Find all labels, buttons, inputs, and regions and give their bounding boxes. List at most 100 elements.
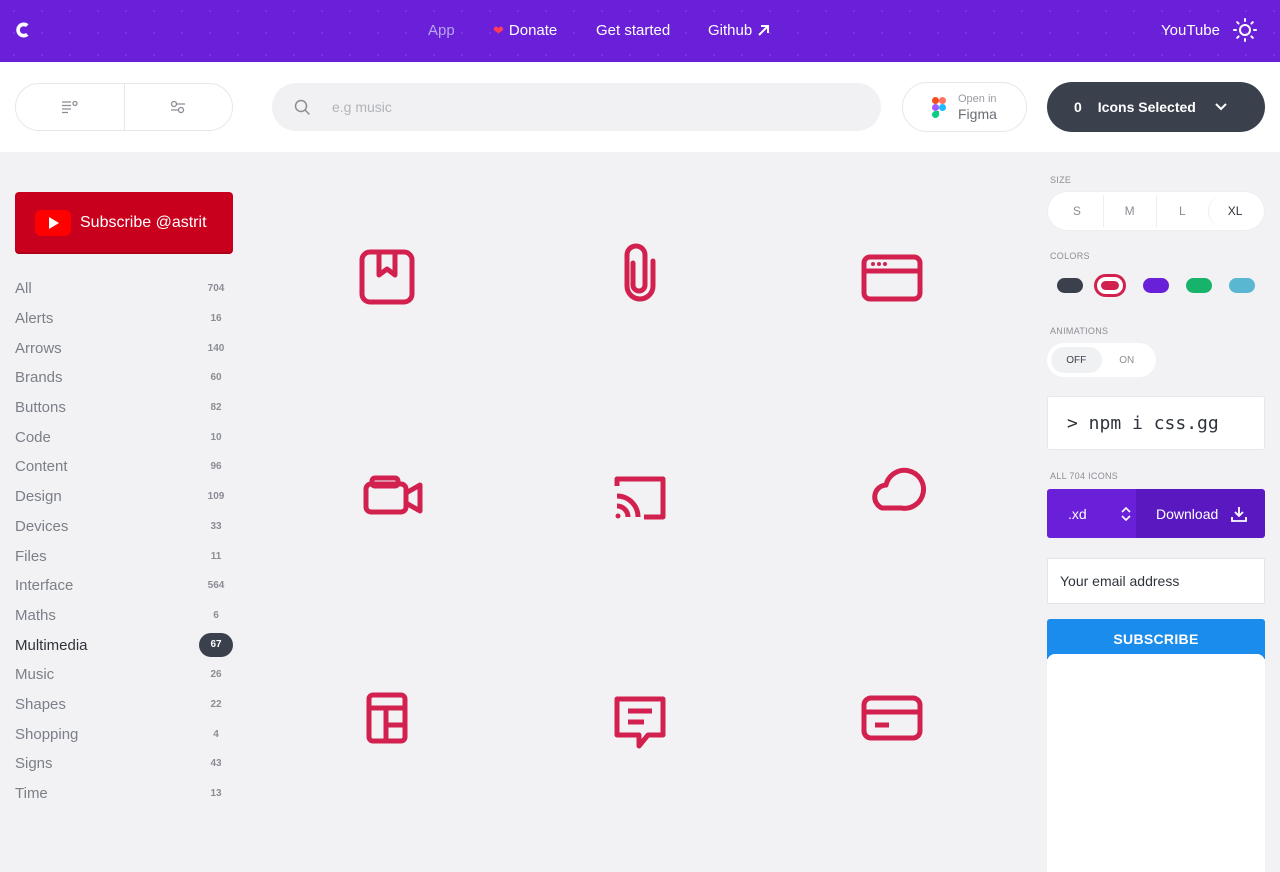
category-count: 6 — [213, 609, 219, 621]
nav-github-label: Github — [708, 22, 753, 39]
category-name: Devices — [15, 517, 69, 535]
category-item-maths[interactable]: Maths 6 — [15, 601, 233, 631]
list-filter-icon — [61, 100, 78, 114]
grid-cell-comment[interactable] — [600, 684, 680, 764]
search-input[interactable] — [332, 99, 832, 115]
category-item-arrows[interactable]: Arrows 140 — [15, 333, 233, 363]
category-count: 109 — [207, 491, 225, 503]
category-item-all[interactable]: All 704 — [15, 274, 233, 304]
category-name: Shopping — [15, 725, 79, 743]
category-item-brands[interactable]: Brands 60 — [15, 363, 233, 393]
category-item-shopping[interactable]: Shopping 4 — [15, 719, 233, 749]
category-name: Arrows — [15, 339, 62, 357]
category-count: 82 — [210, 402, 222, 414]
colors-label: COLORS — [1050, 251, 1090, 261]
grid-cell-screen-cast[interactable] — [600, 458, 680, 538]
camera-icon — [363, 475, 423, 515]
category-name: Multimedia — [15, 636, 88, 654]
category-item-alerts[interactable]: Alerts 16 — [15, 304, 233, 334]
category-name: Alerts — [15, 310, 54, 328]
color-swatch-5[interactable] — [1229, 278, 1255, 293]
color-swatch-2[interactable] — [1094, 274, 1126, 297]
css-gg-logo[interactable] — [14, 20, 34, 40]
category-count: 67 — [199, 633, 233, 658]
selected-label: Icons Selected — [1097, 99, 1196, 115]
figma-icon — [932, 96, 946, 118]
grid-cell-camera[interactable] — [353, 455, 433, 535]
bookmark-icon — [359, 249, 415, 305]
size-option-l[interactable]: L — [1155, 195, 1209, 227]
category-item-shapes[interactable]: Shapes 22 — [15, 690, 233, 720]
category-item-music[interactable]: Music 26 — [15, 660, 233, 690]
grid-cell-bookmark[interactable] — [347, 239, 427, 319]
format-select[interactable]: .xd — [1047, 489, 1136, 538]
category-count: 26 — [210, 669, 222, 681]
color-swatch-4[interactable] — [1186, 278, 1212, 293]
color-swatch-1[interactable] — [1057, 278, 1083, 293]
category-count: 22 — [210, 698, 222, 710]
category-item-multimedia[interactable]: Multimedia 67 — [15, 630, 233, 660]
icons-selected-dropdown[interactable]: 0 Icons Selected — [1047, 82, 1265, 132]
nav-donate-label: Donate — [508, 22, 558, 39]
nav-get-started-label: Get started — [596, 22, 671, 39]
grid-cell-layout[interactable] — [347, 678, 427, 758]
category-item-files[interactable]: Files 11 — [15, 541, 233, 571]
grid-cell-attachment[interactable] — [600, 232, 680, 312]
size-option-s[interactable]: S — [1051, 195, 1103, 227]
nav-github-link[interactable]: Github — [708, 22, 770, 39]
color-swatch-3[interactable] — [1143, 278, 1169, 293]
top-bar: App ❤ Donate Get started Github YouTube — [0, 0, 1280, 62]
category-item-interface[interactable]: Interface 564 — [15, 571, 233, 601]
toolbar: Open in Figma 0 Icons Selected — [0, 62, 1280, 152]
email-field[interactable] — [1047, 558, 1265, 604]
category-item-time[interactable]: Time 13 — [15, 779, 233, 809]
size-option-xl[interactable]: XL — [1208, 195, 1261, 227]
options-view-button[interactable] — [123, 84, 233, 130]
list-view-button[interactable] — [16, 84, 124, 130]
download-button[interactable]: Download — [1136, 489, 1265, 538]
size-option-m[interactable]: M — [1102, 195, 1156, 227]
category-item-code[interactable]: Code 10 — [15, 422, 233, 452]
youtube-subscribe-button[interactable]: Subscribe @astrit — [15, 192, 233, 254]
newsletter-subscribe-button[interactable]: SUBSCRIBE — [1047, 619, 1265, 659]
category-count: 564 — [207, 580, 225, 592]
grid-cell-credit-card[interactable] — [852, 678, 932, 758]
category-item-buttons[interactable]: Buttons 82 — [15, 393, 233, 423]
nav-get-started-link[interactable]: Get started — [596, 22, 670, 39]
animations-on-button[interactable]: ON — [1102, 347, 1153, 373]
chevron-down-icon — [1215, 103, 1227, 111]
nav-donate-link[interactable]: ❤ Donate — [493, 22, 557, 39]
category-item-design[interactable]: Design 109 — [15, 482, 233, 512]
download-group: .xd Download — [1047, 489, 1265, 538]
size-label: SIZE — [1050, 175, 1072, 185]
sun-icon[interactable] — [1233, 18, 1257, 42]
category-name: Interface — [15, 577, 74, 595]
animations-label: ANIMATIONS — [1050, 326, 1109, 336]
nav-youtube-link[interactable]: YouTube — [1161, 22, 1220, 39]
download-label: Download — [1156, 505, 1219, 522]
category-count: 96 — [210, 461, 222, 473]
open-in-figma-button[interactable]: Open in Figma — [902, 82, 1027, 132]
npm-command[interactable]: > npm i css.gg — [1047, 396, 1265, 450]
category-name: Signs — [15, 755, 53, 773]
category-count: 43 — [210, 758, 222, 770]
category-item-signs[interactable]: Signs 43 — [15, 749, 233, 779]
search-icon — [294, 99, 310, 115]
nav-app-link[interactable]: App — [428, 22, 455, 39]
category-name: Maths — [15, 606, 56, 624]
format-value: .xd — [1068, 505, 1087, 522]
grid-cell-cloud[interactable] — [855, 451, 935, 531]
category-name: Music — [15, 666, 55, 684]
category-item-content[interactable]: Content 96 — [15, 452, 233, 482]
category-name: Design — [15, 488, 62, 506]
category-count: 10 — [210, 431, 222, 443]
category-count: 33 — [210, 520, 222, 532]
category-item-devices[interactable]: Devices 33 — [15, 512, 233, 542]
nav-youtube-label: YouTube — [1161, 22, 1220, 39]
category-count: 60 — [210, 372, 222, 384]
grid-cell-browser[interactable] — [852, 239, 932, 319]
download-icon — [1231, 506, 1248, 522]
animations-off-button[interactable]: OFF — [1051, 347, 1102, 373]
category-name: Files — [15, 547, 47, 565]
nav-app-label: App — [428, 22, 455, 39]
